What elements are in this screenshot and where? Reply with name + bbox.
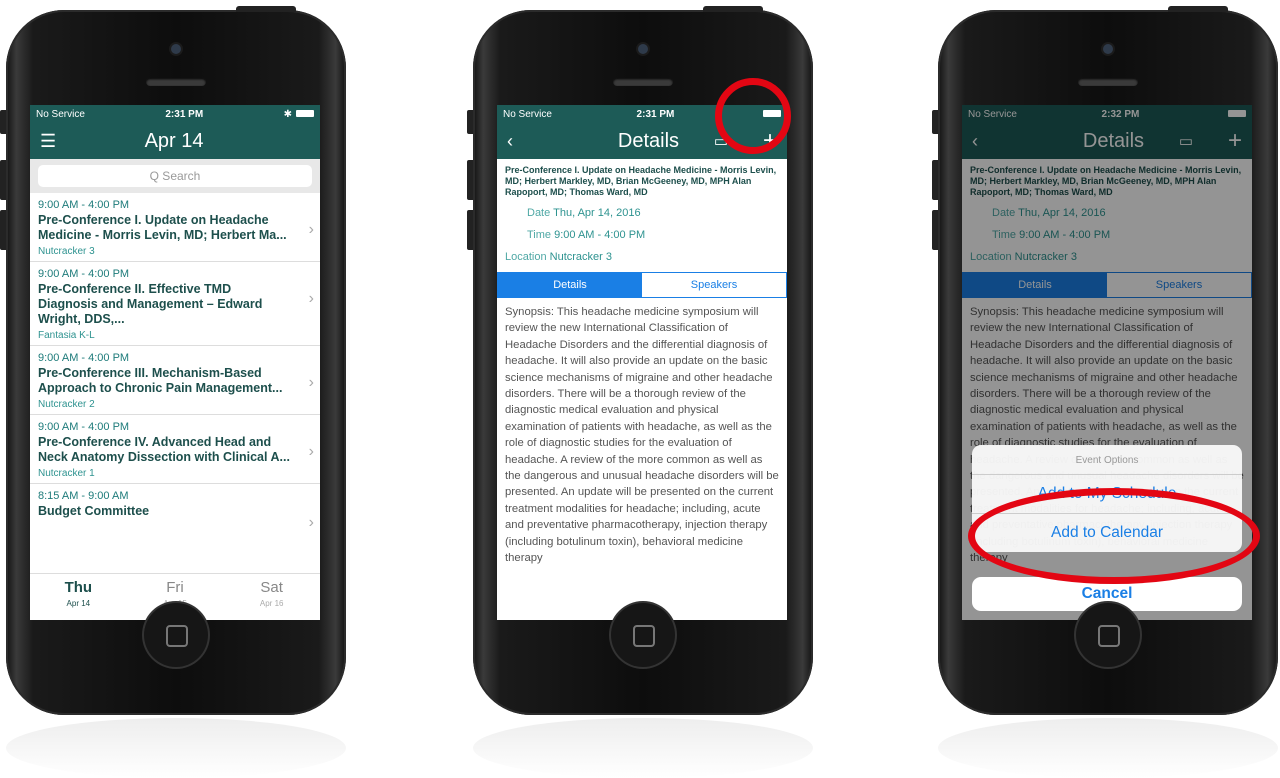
day-tab-sat[interactable]: Sat Apr 16 [223,574,320,620]
home-button[interactable] [144,603,208,667]
phone-1: No Service 2:31 PM ✱ ☰ Apr 14 Q Search 9… [0,6,346,715]
segmented-control: Details Speakers [497,272,787,298]
location-row: Location Nutcracker 3 [505,251,613,263]
session-name: Pre-Conference III. Mechanism-Based Appr… [38,366,283,395]
chevron-right-icon: › [308,221,314,238]
session-time: 9:00 AM - 4:00 PM [38,352,130,364]
mute-switch [0,110,6,134]
earpiece-speaker [146,78,206,86]
list-item[interactable]: 9:00 AM - 4:00 PM Pre-Conference III. Me… [30,346,320,415]
date-value: Thu, Apr 14, 2016 [553,207,641,219]
volume-up-button [932,160,938,200]
page-title: Apr 14 [144,129,204,152]
session-time: 9:00 AM - 4:00 PM [38,268,130,280]
phone-3: No Service 2:32 PM ‹ Details ▭ + Pre-Con… [932,6,1278,715]
action-sheet-title: Event Options [972,445,1242,475]
list-item[interactable]: 9:00 AM - 4:00 PM Pre-Conference IV. Adv… [30,415,320,484]
volume-down-button [467,210,473,250]
session-location: Nutcracker 3 [38,246,95,257]
schedule-screen: No Service 2:31 PM ✱ ☰ Apr 14 Q Search 9… [30,105,320,620]
status-bar: No Service 2:31 PM ✱ [30,105,320,123]
power-button [236,6,296,12]
time-value: 9:00 AM - 4:00 PM [554,229,646,241]
front-camera [1103,44,1113,54]
back-chevron-icon[interactable]: ‹ [507,131,513,152]
home-button[interactable] [1076,603,1140,667]
volume-up-button [467,160,473,200]
search-bar: Q Search [30,159,320,193]
session-time: 9:00 AM - 4:00 PM [38,421,130,433]
session-time: 8:15 AM - 9:00 AM [38,490,129,502]
volume-down-button [932,210,938,250]
session-name: Pre-Conference I. Update on Headache Med… [38,213,287,242]
phone-2: No Service 2:31 PM ‹ Details ▭ + Pre-Con… [467,6,813,715]
power-button [703,6,763,12]
search-input[interactable]: Q Search [38,165,312,187]
clock: 2:31 PM [636,108,675,120]
tab-speakers[interactable]: Speakers [642,273,786,297]
session-title: Pre-Conference I. Update on Headache Med… [505,165,777,197]
hamburger-menu-icon[interactable]: ☰ [40,131,56,152]
highlight-circle [715,78,791,154]
earpiece-speaker [613,78,673,86]
session-name: Pre-Conference II. Effective TMD Diagnos… [38,282,263,326]
chevron-right-icon: › [308,514,314,531]
nav-bar: ☰ Apr 14 [30,123,320,159]
session-name: Pre-Conference IV. Advanced Head and Nec… [38,435,290,464]
session-list: 9:00 AM - 4:00 PM Pre-Conference I. Upda… [30,193,320,531]
carrier-label: No Service [503,108,552,120]
day-tab-thu[interactable]: Thu Apr 14 [30,574,127,620]
list-item[interactable]: 9:00 AM - 4:00 PM Pre-Conference I. Upda… [30,193,320,262]
synopsis-text: Synopsis: This headache medicine symposi… [505,306,779,565]
earpiece-speaker [1078,78,1138,86]
highlight-ellipse [968,488,1260,584]
phone-2-reflection [473,718,813,778]
session-location: Nutcracker 2 [38,399,95,410]
volume-down-button [0,210,6,250]
chevron-right-icon: › [308,290,314,307]
battery-icon: ✱ [284,109,314,120]
chevron-right-icon: › [308,374,314,391]
session-location: Nutcracker 1 [38,468,95,479]
volume-up-button [0,160,6,200]
power-button [1168,6,1228,12]
carrier-label: No Service [36,108,85,120]
phone-3-reflection [938,718,1278,778]
phone-1-reflection [6,718,346,778]
date-row: Date Thu, Apr 14, 2016 [527,207,641,219]
chevron-right-icon: › [308,443,314,460]
tab-details[interactable]: Details [498,273,642,297]
home-button[interactable] [611,603,675,667]
details-screen: No Service 2:31 PM ‹ Details ▭ + Pre-Con… [497,105,787,620]
list-item[interactable]: 9:00 AM - 4:00 PM Pre-Conference II. Eff… [30,262,320,346]
front-camera [171,44,181,54]
time-row: Time 9:00 AM - 4:00 PM [527,229,646,241]
location-value: Nutcracker 3 [549,251,613,263]
page-title: Details [617,129,680,152]
front-camera [638,44,648,54]
clock: 2:31 PM [165,108,204,120]
mute-switch [932,110,938,134]
list-item[interactable]: 8:15 AM - 9:00 AM Budget Committee › [30,484,320,531]
session-time: 9:00 AM - 4:00 PM [38,199,130,211]
session-name: Budget Committee [38,504,150,518]
session-location: Fantasia K-L [38,330,95,341]
mute-switch [467,110,473,134]
